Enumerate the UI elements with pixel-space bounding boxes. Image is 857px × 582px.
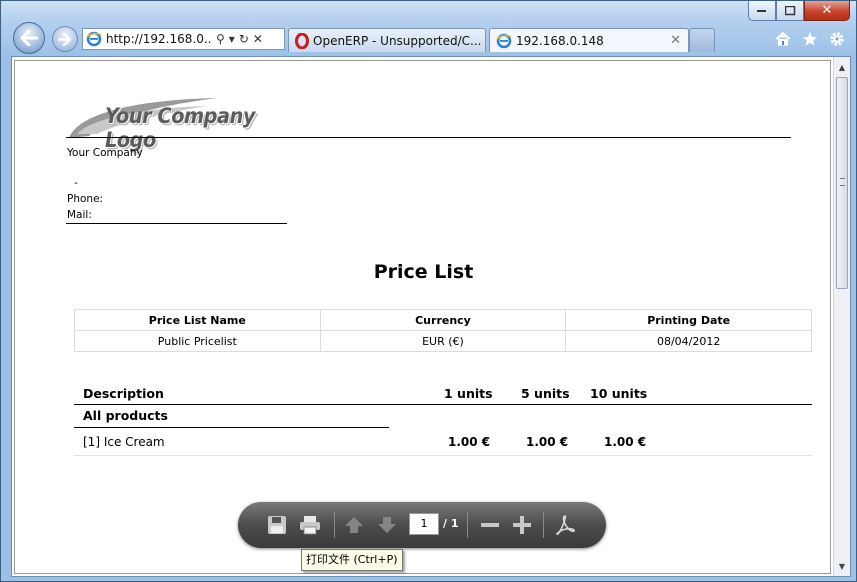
gear-icon[interactable] — [828, 30, 846, 48]
header-pricelist-name: Price List Name — [74, 309, 321, 331]
open-in-reader-button[interactable] — [553, 513, 577, 537]
tab-title: OpenERP - Unsupported/C... — [313, 33, 482, 48]
address-divider — [66, 223, 287, 224]
save-icon — [268, 516, 286, 534]
opera-icon — [295, 32, 309, 49]
grip-icon — [840, 178, 845, 186]
scroll-down-icon[interactable]: ▼ — [835, 558, 849, 574]
price-qty-1: 1.00 € — [448, 435, 491, 449]
forward-button[interactable] — [52, 26, 78, 52]
browser-tools — [774, 30, 846, 48]
print-icon — [300, 516, 320, 535]
description-header: Description — [83, 386, 164, 401]
maximize-icon — [784, 5, 795, 15]
ie-page-icon — [86, 31, 102, 47]
minus-icon — [481, 523, 499, 527]
arrow-down-icon — [378, 517, 396, 533]
close-window-button[interactable]: ✕ — [804, 1, 850, 21]
toolbar-divider — [334, 512, 335, 538]
browser-window: ✕ http://192.168.0.... ⚲ ▾ ↻ ✕ OpenERP -… — [0, 0, 857, 582]
price-qty-10: 1.00 € — [604, 435, 647, 449]
page-total: / 1 — [443, 517, 459, 530]
phone-label: Phone: — [67, 193, 104, 205]
pricelist-name-cell: Public Pricelist — [74, 330, 321, 352]
qty-10-header: 10 units — [590, 386, 648, 401]
print-button[interactable] — [298, 513, 322, 537]
product-name: [1] Ice Cream — [83, 435, 165, 449]
close-icon: ✕ — [821, 3, 833, 18]
scroll-up-icon[interactable]: ▲ — [835, 59, 849, 75]
back-button[interactable] — [13, 22, 45, 54]
category-divider — [74, 427, 389, 428]
pricelist-info-table: Price List Name Currency Printing Date P… — [74, 309, 812, 352]
tab-openerp[interactable]: OpenERP - Unsupported/C... — [288, 28, 486, 52]
header-divider — [66, 137, 791, 138]
pdf-toolbar: 1 / 1 — [238, 502, 606, 548]
address-url[interactable]: http://192.168.0.... — [106, 32, 212, 46]
table-row: Public Pricelist EUR (€) 08/04/2012 — [74, 330, 812, 352]
page-title: Price List — [373, 261, 474, 283]
tab-active-page[interactable]: 192.168.0.148 ✕ — [489, 28, 689, 52]
refresh-icon[interactable]: ↻ — [239, 32, 249, 46]
printing-date-cell: 08/04/2012 — [565, 330, 812, 352]
arrow-right-icon — [58, 32, 72, 46]
product-row: [1] Ice Cream 1.00 € 1.00 € 1.00 € — [74, 433, 812, 456]
qty-5-header: 5 units — [521, 386, 570, 401]
scrollbar-thumb[interactable] — [836, 77, 848, 289]
save-button[interactable] — [265, 513, 289, 537]
next-page-button[interactable] — [375, 513, 399, 537]
address-bar[interactable]: http://192.168.0.... ⚲ ▾ ↻ ✕ — [82, 28, 285, 50]
toolbar-divider — [543, 512, 544, 538]
minimize-button[interactable] — [748, 1, 776, 21]
window-controls: ✕ — [748, 1, 850, 21]
minimize-icon — [757, 9, 766, 12]
page-number-input[interactable]: 1 — [409, 513, 439, 535]
header-printing-date: Printing Date — [565, 309, 812, 331]
previous-page-button[interactable] — [342, 513, 366, 537]
vertical-scrollbar[interactable]: ▲ ▼ — [833, 57, 850, 576]
category-label: All products — [83, 408, 168, 423]
mail-label: Mail: — [67, 209, 92, 221]
dropdown-icon[interactable]: ▾ — [229, 32, 235, 46]
toolbar-divider — [467, 512, 468, 538]
zoom-out-button[interactable] — [478, 513, 502, 537]
new-tab-button[interactable] — [689, 28, 715, 52]
arrow-up-icon — [345, 517, 363, 533]
pdf-page: Your Company Logo Your Company - Phone: … — [14, 60, 831, 574]
home-icon[interactable] — [774, 30, 792, 48]
search-icon[interactable]: ⚲ — [216, 32, 225, 46]
header-currency: Currency — [319, 309, 567, 331]
ie-page-icon — [496, 33, 512, 48]
table-header-row: Price List Name Currency Printing Date — [74, 309, 812, 331]
print-tooltip: 打印文件 (Ctrl+P) — [301, 549, 403, 571]
maximize-button[interactable] — [776, 1, 804, 21]
logo-text: Your Company Logo — [105, 104, 256, 152]
products-header-row: Description 1 units 5 units 10 units — [74, 384, 812, 405]
company-name: Your Company — [67, 147, 143, 159]
plus-icon — [513, 516, 531, 534]
stop-icon[interactable]: ✕ — [253, 32, 263, 46]
company-address: - — [74, 177, 78, 189]
content-viewport: Your Company Logo Your Company - Phone: … — [11, 56, 851, 577]
star-icon[interactable] — [801, 30, 819, 48]
adobe-reader-icon — [556, 515, 575, 535]
price-qty-5: 1.00 € — [526, 435, 569, 449]
qty-1-header: 1 units — [444, 386, 493, 401]
arrow-left-icon — [20, 30, 38, 46]
tab-title: 192.168.0.148 — [516, 33, 604, 48]
zoom-in-button[interactable] — [510, 513, 534, 537]
close-tab-icon[interactable]: ✕ — [670, 33, 681, 48]
currency-cell: EUR (€) — [319, 330, 567, 352]
